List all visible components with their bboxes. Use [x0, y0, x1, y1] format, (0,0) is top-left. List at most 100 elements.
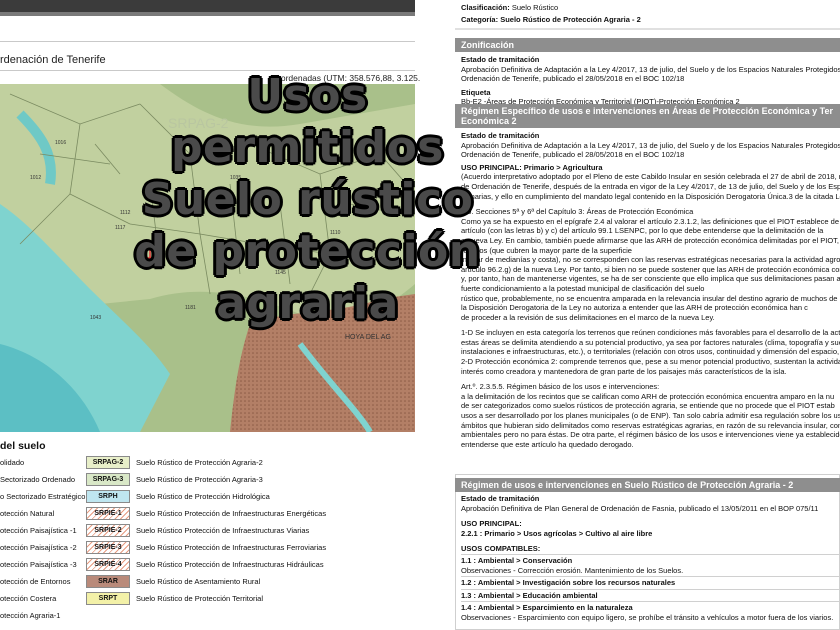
uso-principal-row: USO PRINCIPAL: Primario > Agricultura	[461, 163, 839, 173]
legend-row: otección Paisajística -1 SRPIE-2 Suelo Rús…	[0, 524, 420, 538]
uso-principal-label: USO PRINCIPAL:	[461, 162, 522, 172]
svg-text:1016: 1016	[55, 140, 66, 146]
legend-swatch: SRPIE-3	[86, 541, 130, 554]
compatible-use-item[interactable]: 1.2 : Ambiental > Investigación sobre lo…	[461, 576, 839, 589]
divider	[0, 41, 415, 42]
legend-description: Suelo Rústico de Protección Agraria-2	[136, 458, 263, 467]
text-line: Canarias, y ello en cumplimiento del man…	[461, 191, 840, 201]
zonificacion-header[interactable]: Zonificación	[455, 38, 840, 52]
compatible-use-observation: Observaciones - Corrección erosión. Mant…	[461, 565, 684, 575]
legend-description: Suelo Rústico Protección de Infraestruct…	[136, 509, 327, 518]
legend-row: o Sectorizado Estratégico SRPH Suelo Rústi…	[0, 490, 420, 504]
estado-line: Aprobación Definitiva de Adaptación a la…	[461, 64, 840, 74]
info-panel: Clasificación: Suelo Rústico Categoría: …	[455, 0, 840, 630]
estado-label: Estado de tramitación	[461, 55, 540, 64]
legend-category: olidado	[0, 458, 25, 467]
legend-swatch: SRPT	[86, 592, 130, 605]
estado-label: Estado de tramitación	[461, 494, 540, 503]
text-line: a nueva Ley. En cambio, también puede af…	[461, 235, 840, 245]
legend-row: otección Natural SRPIE-1 Suelo Rústico Pro…	[0, 507, 420, 521]
text-line: Art.º. 2.3.5.5. Régimen básico de los us…	[461, 382, 660, 392]
regimen-srpa2-header[interactable]: Régimen de usos e intervenciones en Suel…	[455, 478, 840, 492]
compatible-use-item[interactable]: 1.1 : Ambiental > Conservación Observacio…	[461, 553, 839, 576]
map-canvas[interactable]: SRPAG-2 HOYA DEL AG 1112 1117 1113 1180 …	[0, 84, 415, 432]
text-line: Como ya se ha expuesto en el epígrafe 2.…	[461, 216, 840, 226]
map-viewer-panel: rdenación de Tenerife Coordenadas (UTM: …	[0, 0, 420, 630]
usos-compatibles-list: 1.1 : Ambiental > Conservación Observacio…	[461, 553, 839, 624]
legend-swatch: SRPIE-1	[86, 507, 130, 520]
text-line: de ser categorizados como suelos rústico…	[461, 401, 835, 411]
compatible-use-item[interactable]: 1.4 : Ambiental > Esparcimiento en la na…	[461, 601, 839, 623]
svg-text:1043: 1043	[90, 315, 101, 321]
legend-swatch: SRPAG-3	[86, 473, 130, 486]
etiqueta-label: Etiqueta	[461, 87, 491, 97]
classification-value: Suelo Rústico	[511, 3, 559, 12]
legend-description: Suelo Rústico de Asentamiento Rural	[136, 577, 261, 586]
legend-description: Suelo Rústico de Protección Territorial	[136, 594, 264, 603]
legend-swatch: SRPAG-2	[86, 456, 130, 469]
svg-text:1145: 1145	[275, 270, 286, 276]
legend-row: olidado SRPAG-2 Suelo Rústico de Protecció…	[0, 456, 420, 470]
uso-principal-label: USO PRINCIPAL:	[461, 519, 522, 529]
legend-description: Suelo Rústico Protección de Infraestruct…	[136, 543, 327, 552]
uso-principal-value: 2.2.1 : Primario > Usos agrícolas > Cult…	[461, 528, 653, 538]
legend-category: o Sectorizado Estratégico	[0, 492, 86, 501]
category-value: Suelo Rústico de Protección Agraria - 2	[500, 15, 641, 24]
legend-row: otección Paisajística -3 SRPIE-4 Suelo Rús…	[0, 558, 420, 572]
legend-swatch: SRPIE-4	[86, 558, 130, 571]
legend-description: Suelo Rústico de Protección Hidrológica	[136, 492, 270, 501]
text-line: la Disposición Derogatoria de la Ley no …	[461, 303, 808, 313]
text-line: rústico que, probablemente, no se encuen…	[461, 293, 840, 303]
text-line: de proceder a la revisión de sus delimit…	[461, 312, 715, 322]
header-line: Económica 2	[461, 116, 517, 126]
svg-text:1110: 1110	[330, 230, 341, 236]
legend-category: otección Paisajística -3	[0, 560, 77, 569]
compatible-use-title: 1.2 : Ambiental > Investigación sobre lo…	[461, 578, 676, 588]
regimen-especifico-body: Estado de tramitación Aprobación Definit…	[461, 131, 840, 449]
text-line: 2.6. Secciones 5ª y 6ª del Capítulo 3: Á…	[461, 207, 694, 217]
category-row: Categoría: Suelo Rústico de Protección A…	[461, 15, 839, 25]
compatible-use-item[interactable]: 1.3 : Ambiental > Educación ambiental	[461, 588, 839, 602]
uso-principal-value: Primario > Agricultura	[523, 162, 603, 172]
text-line: 1-D Se incluyen en esta categoría los te…	[461, 328, 840, 338]
header-line: Régimen Específico de usos e intervencio…	[461, 106, 833, 116]
svg-text:1035: 1035	[230, 175, 241, 181]
text-line: entenderse que este artículo ha quedado …	[461, 439, 634, 449]
compatible-use-title: 1.3 : Ambiental > Educación ambiental	[461, 590, 598, 600]
interpretive-text: (Acuerdo interpretativo adoptado por el …	[461, 172, 840, 449]
legend-category: otección Paisajística -2	[0, 543, 77, 552]
legend-category: otección Natural	[0, 509, 55, 518]
svg-text:1186: 1186	[360, 195, 371, 201]
map-label-srpag: SRPAG-2	[168, 115, 229, 131]
estado-value: Aprobación Definitiva de Plan General de…	[461, 503, 819, 513]
text-line: ambientales pero no para éstas. De otra …	[461, 430, 840, 440]
estado-label: Estado de tramitación	[461, 131, 540, 140]
text-line: y, por tanto, han de mantenerse vigentes…	[461, 274, 840, 284]
zonificacion-body: Estado de tramitación Aprobación Definit…	[461, 55, 840, 107]
text-line: insular de medianías y costa), no se cor…	[461, 255, 840, 265]
svg-text:1180: 1180	[245, 240, 256, 246]
compatible-use-title: 1.4 : Ambiental > Esparcimiento en la na…	[461, 603, 633, 613]
legend-description: Suelo Rústico Protección de Infraestruct…	[136, 560, 324, 569]
viewer-toolbar	[0, 0, 415, 16]
legend-row: otección de Entornos SRAR Suelo Rústico de…	[0, 575, 420, 589]
divider	[455, 28, 840, 30]
svg-text:1181: 1181	[185, 305, 196, 311]
text-line: ámbitos que hubieran sido delimitados co…	[461, 420, 840, 430]
legend-row: Sectorizado Ordenado SRPAG-3 Suelo Rústico…	[0, 473, 420, 487]
classification-row: Clasificación: Suelo Rústico	[461, 3, 839, 13]
estado-line: Ordenación de Tenerife, publicado el 28/…	[461, 74, 685, 84]
compatible-use-observation: Observaciones - Esparcimiento con equipo…	[461, 612, 834, 622]
classification-label: Clasificación:	[461, 3, 510, 12]
regimen-especifico-header[interactable]: Régimen Específico de usos e intervencio…	[455, 104, 840, 128]
legend-row: otección Paisajística -2 SRPIE-3 Suelo Rús…	[0, 541, 420, 555]
text-line: estas áreas se delimita atendiendo a su …	[461, 337, 840, 347]
legend-category: Sectorizado Ordenado	[0, 475, 76, 484]
toolbar-strip	[0, 12, 415, 16]
map-title: rdenación de Tenerife	[0, 54, 106, 66]
text-line: fuerte condicionamiento a la potestad mu…	[461, 283, 705, 293]
legend-row: otección Agraria-1	[0, 609, 420, 623]
regimen-srpa2-body: Estado de tramitación Aprobación Definit…	[461, 494, 839, 624]
coordinates-readout: Coordenadas (UTM: 358.576,88, 3.125.052,…	[270, 73, 420, 83]
text-line: a la delimitación de los recintos que se…	[461, 391, 835, 401]
